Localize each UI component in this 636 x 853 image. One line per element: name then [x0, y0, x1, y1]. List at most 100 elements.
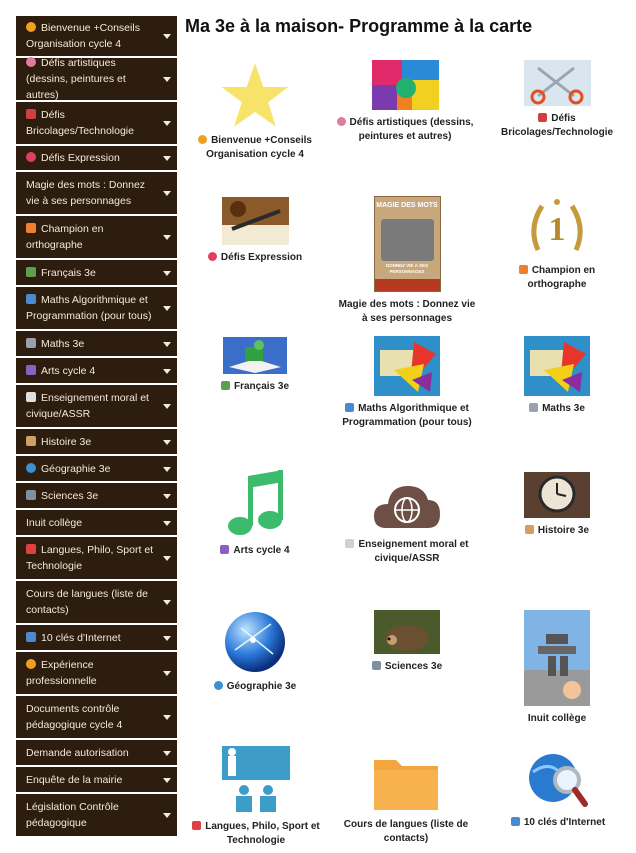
- sidebar-item-legislation[interactable]: Législation Contrôle pédagogique: [16, 794, 177, 838]
- tile-label: Français 3e: [212, 380, 298, 394]
- tile-label: Enseignement moral et civique/ASSR: [335, 538, 479, 566]
- chevron-down-icon[interactable]: [163, 368, 171, 374]
- sidebar-item-champion-orthographe[interactable]: Champion en orthographe: [16, 216, 177, 260]
- book-band: [374, 279, 440, 291]
- chevron-down-icon[interactable]: [163, 750, 171, 756]
- chevron-down-icon[interactable]: [163, 439, 171, 445]
- tile-arts-cycle-4[interactable]: Arts cycle 4: [212, 470, 298, 558]
- tile-defis-bricolages[interactable]: Défis Bricolages/Technologie: [494, 60, 620, 140]
- sidebar-item-arts-cycle-4[interactable]: Arts cycle 4: [16, 358, 177, 385]
- sidebar-item-sciences-3e[interactable]: Sciences 3e: [16, 483, 177, 510]
- tile-francais-3e[interactable]: Français 3e: [212, 337, 298, 394]
- chevron-down-icon[interactable]: [163, 671, 171, 676]
- sidebar-item-enquete-mairie[interactable]: Enquête de la mairie: [16, 767, 177, 794]
- tile-text: Arts cycle 4: [233, 545, 290, 556]
- tile-text: Inuit collège: [527, 713, 587, 724]
- sidebar-item-magie-des-mots[interactable]: Magie des mots : Donnez vie à ses person…: [16, 172, 177, 216]
- gift-icon: [26, 544, 36, 554]
- tile-defis-expression[interactable]: Défis Expression: [200, 197, 310, 265]
- chevron-down-icon[interactable]: [163, 635, 171, 641]
- sidebar-item-label: Cours de langues (liste de contacts): [26, 586, 155, 618]
- tile-defis-artistiques[interactable]: Défis artistiques (dessins, peintures et…: [335, 60, 475, 144]
- sidebar-item-text: Législation Contrôle pédagogique: [26, 801, 119, 829]
- chevron-down-icon[interactable]: [163, 270, 171, 276]
- tile-text: Enseignement moral et civique/ASSR: [358, 539, 469, 564]
- gift-icon: [192, 821, 202, 830]
- sidebar-item-emc-assr[interactable]: Enseignement moral et civique/ASSR: [16, 385, 177, 429]
- scissors-image: [523, 60, 591, 106]
- chevron-down-icon[interactable]: [163, 191, 171, 196]
- sidebar-item-francais-3e[interactable]: Français 3e: [16, 260, 177, 287]
- tile-magie-des-mots[interactable]: MAGIE DES MOTS DONNEZ VIE À SES PERSONNA…: [335, 196, 479, 326]
- chevron-down-icon[interactable]: [163, 813, 171, 818]
- chevron-down-icon[interactable]: [163, 777, 171, 783]
- tile-text: Maths 3e: [542, 403, 585, 414]
- scissors-icon: [538, 113, 548, 122]
- tile-10-cles-internet[interactable]: 10 clés d'Internet: [503, 752, 613, 830]
- chevron-down-icon[interactable]: [163, 466, 171, 472]
- clock-image: [524, 472, 590, 518]
- sidebar-item-experience-pro[interactable]: Expérience professionnelle: [16, 652, 177, 696]
- sidebar-item-text: Maths 3e: [41, 337, 85, 350]
- chevron-down-icon[interactable]: [163, 556, 171, 561]
- pen-image: [221, 197, 289, 245]
- smiley-icon: [198, 135, 208, 144]
- chevron-down-icon[interactable]: [163, 493, 171, 499]
- sidebar-item-defis-expression[interactable]: Défis Expression: [16, 146, 177, 172]
- sidebar-item-10-cles-internet[interactable]: 10 clés d'Internet: [16, 625, 177, 652]
- tile-text: Défis Expression: [220, 252, 303, 263]
- sidebar-item-bienvenue[interactable]: Bienvenue +Conseils Organisation cycle 4: [16, 16, 177, 58]
- tile-langues-philo[interactable]: Langues, Philo, Sport et Technologie: [188, 746, 324, 848]
- chevron-down-icon[interactable]: [163, 600, 171, 605]
- sidebar-item-langues-philo[interactable]: Langues, Philo, Sport et Technologie: [16, 537, 177, 581]
- glass-globe-image: [225, 612, 285, 672]
- tile-champion-orthographe[interactable]: 1 Champion en orthographe: [504, 198, 610, 292]
- sidebar-item-documents-controle[interactable]: Documents contrôle pédagogique cycle 4: [16, 696, 177, 740]
- sidebar-item-label: 10 clés d'Internet: [26, 630, 121, 646]
- sidebar-item-text: Inuit collège: [26, 516, 83, 529]
- sidebar-item-maths-algo[interactable]: Maths Algorithmique et Programmation (po…: [16, 287, 177, 331]
- tile-histoire-3e[interactable]: Histoire 3e: [512, 472, 602, 538]
- sidebar-item-label: Défis Expression: [26, 150, 120, 166]
- sidebar-item-text: Défis artistiques (dessins, peintures et…: [26, 57, 126, 101]
- tile-label: Défis artistiques (dessins, peintures et…: [335, 116, 475, 144]
- tile-emc-assr[interactable]: Enseignement moral et civique/ASSR: [335, 478, 479, 566]
- tile-geographie-3e[interactable]: Géographie 3e: [205, 610, 305, 694]
- sidebar-item-geographie-3e[interactable]: Géographie 3e: [16, 456, 177, 483]
- tile-sciences-3e[interactable]: Sciences 3e: [360, 610, 454, 674]
- tile-maths-algo[interactable]: Maths Algorithmique et Programmation (po…: [335, 336, 479, 430]
- chevron-down-icon[interactable]: [163, 306, 171, 311]
- tile-label: Magie des mots : Donnez vie à ses person…: [335, 298, 479, 326]
- chevron-down-icon[interactable]: [163, 121, 171, 126]
- chevron-down-icon[interactable]: [163, 77, 171, 82]
- sidebar-item-defis-artistiques[interactable]: Défis artistiques (dessins, peintures et…: [16, 57, 177, 102]
- sidebar-item-text: Magie des mots : Donnez vie à ses person…: [26, 179, 146, 207]
- chevron-down-icon[interactable]: [163, 715, 171, 720]
- sidebar-item-text: Géographie 3e: [41, 462, 111, 475]
- chevron-down-icon[interactable]: [163, 156, 171, 161]
- sidebar-item-label: Législation Contrôle pédagogique: [26, 799, 155, 831]
- sidebar-item-defis-bricolages[interactable]: Défis Bricolages/Technologie: [16, 102, 177, 146]
- sidebar-item-text: Enquête de la mairie: [26, 773, 123, 786]
- sidebar-item-maths-3e[interactable]: Maths 3e: [16, 331, 177, 358]
- tile-maths-3e[interactable]: Maths 3e: [512, 336, 602, 416]
- cat-photo: [380, 219, 434, 261]
- chevron-down-icon[interactable]: [163, 34, 171, 39]
- tile-inuit-college[interactable]: Inuit collège: [512, 610, 602, 726]
- chevron-down-icon[interactable]: [163, 235, 171, 240]
- chevron-down-icon[interactable]: [163, 404, 171, 409]
- sidebar-item-label: Langues, Philo, Sport et Technologie: [26, 542, 155, 574]
- chevron-down-icon[interactable]: [163, 520, 171, 526]
- chevron-down-icon[interactable]: [163, 341, 171, 347]
- sidebar-item-text: Expérience professionnelle: [26, 659, 97, 687]
- tile-bienvenue[interactable]: Bienvenue +Conseils Organisation cycle 4: [196, 62, 314, 162]
- sidebar-item-label: Expérience professionnelle: [26, 657, 155, 689]
- sidebar-item-text: Cours de langues (liste de contacts): [26, 588, 148, 616]
- sidebar-item-cours-de-langues[interactable]: Cours de langues (liste de contacts): [16, 581, 177, 625]
- tile-label: Défis Bricolages/Technologie: [494, 112, 620, 140]
- sidebar-item-label: Magie des mots : Donnez vie à ses person…: [26, 177, 155, 209]
- sidebar-item-inuit-college[interactable]: Inuit collège: [16, 510, 177, 537]
- tile-cours-de-langues[interactable]: Cours de langues (liste de contacts): [338, 754, 474, 846]
- sidebar-item-histoire-3e[interactable]: Histoire 3e: [16, 429, 177, 456]
- sidebar-item-demande-autorisation[interactable]: Demande autorisation: [16, 740, 177, 767]
